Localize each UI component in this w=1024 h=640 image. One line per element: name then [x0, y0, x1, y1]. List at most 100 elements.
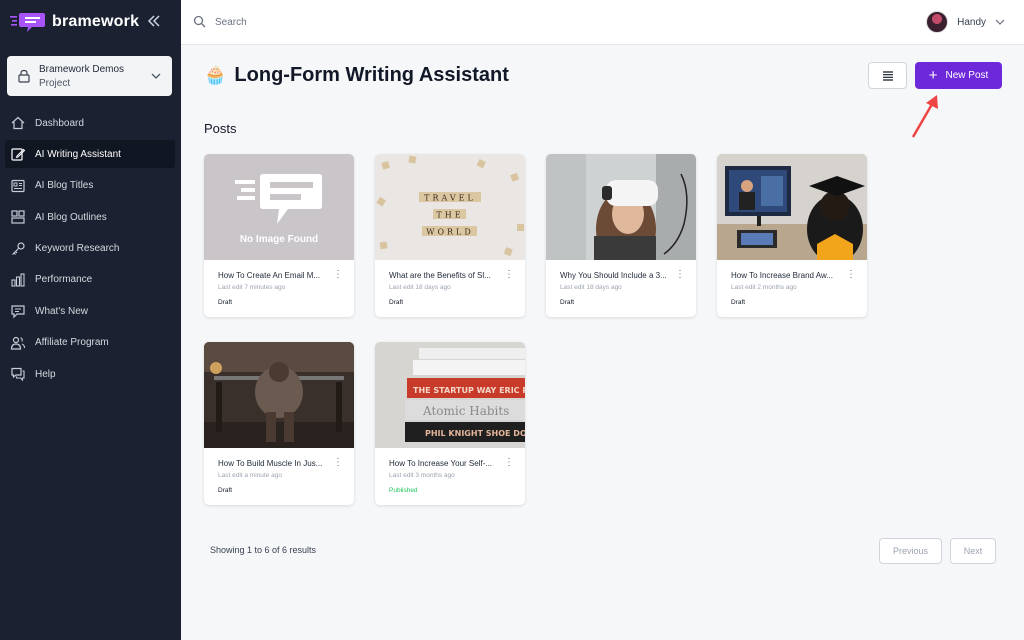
more-vertical-icon[interactable]: ⋮ — [504, 458, 514, 468]
sidebar-item-ai-blog-outlines[interactable]: AI Blog Outlines — [5, 203, 175, 231]
post-last-edit: Last edit a minute ago — [218, 472, 282, 479]
project-selector[interactable]: Bramework Demos Project — [7, 56, 172, 96]
post-thumbnail: No Image Found — [204, 154, 354, 260]
sidebar-item-affiliate-program[interactable]: Affiliate Program — [5, 329, 175, 357]
search-icon — [193, 15, 206, 28]
collapse-sidebar-icon[interactable] — [146, 13, 162, 29]
book-title-phil-knight: PHIL KNIGHT SHOE DO — [425, 429, 525, 438]
post-thumbnail: THE STARTUP WAY ERIC RI Atomic Habits PH… — [375, 342, 525, 448]
vr-headset-image — [546, 154, 696, 260]
post-last-edit: Last edit 18 days ago — [389, 284, 451, 291]
sidebar-item-label: Help — [35, 368, 56, 380]
help-chat-icon — [11, 368, 25, 382]
post-card[interactable]: How To Increase Brand Aw... ⋮ Last edit … — [717, 154, 867, 317]
post-thumbnail — [546, 154, 696, 260]
user-menu[interactable]: Handy — [926, 10, 1006, 34]
post-title: Why You Should Include a 3... — [560, 271, 667, 280]
post-card[interactable]: How To Build Muscle In Jus... ⋮ Last edi… — [204, 342, 354, 505]
post-status: Published — [389, 487, 418, 494]
new-post-label: New Post — [945, 70, 989, 81]
user-name: Handy — [957, 16, 986, 28]
sidebar-item-performance[interactable]: Performance — [5, 266, 175, 294]
sidebar-item-ai-writing-assistant[interactable]: AI Writing Assistant — [5, 140, 175, 169]
more-vertical-icon[interactable]: ⋮ — [675, 270, 685, 280]
avatar — [926, 11, 949, 33]
post-status: Draft — [731, 299, 746, 306]
page-title-text: Long-Form Writing Assistant — [234, 63, 509, 86]
sidebar-item-whats-new[interactable]: What's New — [5, 297, 175, 325]
post-thumbnail: TRAVEL THE WORLD — [375, 154, 525, 260]
post-thumbnail — [717, 154, 867, 260]
sidebar-item-label: Keyword Research — [35, 243, 120, 255]
no-image-text: No Image Found — [239, 233, 319, 245]
sidebar-item-label: Affiliate Program — [35, 337, 109, 349]
more-vertical-icon[interactable]: ⋮ — [333, 270, 343, 280]
brand-name: bramework — [52, 13, 140, 30]
cupcake-icon: 🧁 — [204, 64, 227, 85]
bramework-logo-icon — [10, 13, 45, 32]
book-stack-image: THE STARTUP WAY ERIC RI Atomic Habits PH… — [375, 342, 525, 448]
message-icon — [11, 305, 25, 319]
pagination-summary: Showing 1 to 6 of 6 results — [210, 545, 317, 555]
section-title-posts: Posts — [204, 121, 237, 136]
sidebar-item-label: AI Blog Titles — [35, 180, 94, 192]
post-status: Draft — [560, 299, 575, 306]
sidebar-item-label: What's New — [35, 305, 89, 317]
book-title-atomic-habits: Atomic Habits — [422, 404, 509, 418]
tile-word-the: THE — [436, 211, 463, 220]
post-status: Draft — [218, 487, 233, 494]
more-vertical-icon[interactable]: ⋮ — [846, 270, 856, 280]
list-view-button[interactable] — [868, 62, 907, 89]
plus-icon: + — [928, 67, 938, 84]
sidebar-item-label: AI Blog Outlines — [35, 211, 107, 223]
sidebar-item-label: Dashboard — [35, 117, 84, 129]
post-card[interactable]: TRAVEL THE WORLD What are the Benefits o… — [375, 154, 525, 317]
post-thumbnail — [204, 342, 354, 448]
search-input[interactable] — [215, 14, 515, 30]
next-button[interactable]: Next — [950, 538, 996, 564]
sidebar-item-dashboard[interactable]: Dashboard — [5, 109, 175, 137]
post-last-edit: Last edit 3 months ago — [389, 472, 455, 479]
sidebar-item-help[interactable]: Help — [5, 360, 175, 388]
post-card[interactable]: No Image Found How To Create An Email M.… — [204, 154, 354, 317]
project-name: Bramework Demos — [39, 63, 125, 75]
topbar: Handy — [181, 0, 1024, 45]
sidebar-item-label: AI Writing Assistant — [35, 148, 121, 160]
book-title-startup-way: THE STARTUP WAY ERIC RI — [413, 386, 525, 395]
more-vertical-icon[interactable]: ⋮ — [504, 270, 514, 280]
post-title: How To Increase Brand Aw... — [731, 271, 833, 280]
no-image-placeholder: No Image Found — [204, 154, 354, 260]
key-icon — [12, 241, 25, 255]
previous-button[interactable]: Previous — [879, 538, 942, 564]
sidebar-item-keyword-research[interactable]: Keyword Research — [5, 235, 175, 263]
sidebar-item-ai-blog-titles[interactable]: AI Blog Titles — [5, 172, 175, 200]
post-status: Draft — [218, 299, 233, 306]
blog-titles-icon — [11, 179, 25, 192]
brand-logo[interactable]: bramework — [10, 8, 139, 36]
post-card[interactable]: THE STARTUP WAY ERIC RI Atomic Habits PH… — [375, 342, 525, 505]
post-status: Draft — [389, 299, 404, 306]
post-title: What are the Benefits of Sl... — [389, 271, 491, 280]
chevron-down-icon — [151, 73, 161, 79]
home-icon — [11, 116, 25, 130]
users-icon — [10, 336, 26, 350]
post-last-edit: Last edit 7 minutes ago — [218, 284, 286, 291]
project-type: Project — [39, 77, 71, 89]
post-card[interactable]: Why You Should Include a 3... ⋮ Last edi… — [546, 154, 696, 317]
more-vertical-icon[interactable]: ⋮ — [333, 458, 343, 468]
bramework-logo-icon — [235, 173, 322, 224]
tile-word-travel: TRAVEL — [424, 194, 476, 203]
post-last-edit: Last edit 2 months ago — [731, 284, 797, 291]
new-post-button[interactable]: + New Post — [915, 62, 1002, 89]
lock-icon — [18, 69, 30, 83]
page-title: 🧁 Long-Form Writing Assistant — [204, 62, 509, 88]
post-title: How To Increase Your Self-... — [389, 459, 493, 468]
post-title: How To Create An Email M... — [218, 271, 321, 280]
edit-icon — [11, 148, 26, 161]
sidebar-nav: Dashboard AI Writing Assistant AI Blog T… — [5, 109, 175, 392]
post-last-edit: Last edit 18 days ago — [560, 284, 622, 291]
graduate-video-call-image — [717, 154, 867, 260]
gym-workout-image — [204, 342, 354, 448]
sidebar: bramework Bramework Demos Project Dashbo… — [0, 0, 181, 640]
scrabble-tiles-image: TRAVEL THE WORLD — [375, 154, 525, 260]
